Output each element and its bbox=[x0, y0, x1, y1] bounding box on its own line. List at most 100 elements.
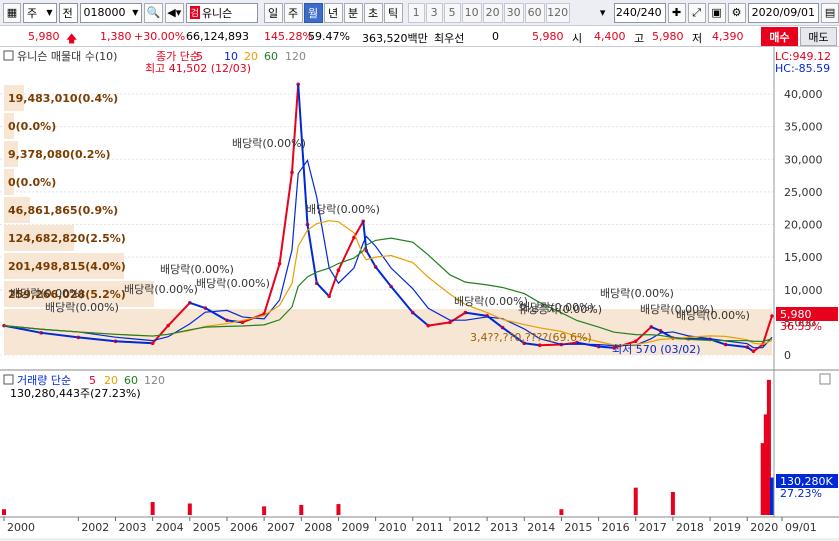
volume-bar bbox=[150, 502, 155, 515]
profile-label: 0(0.0%) bbox=[8, 120, 56, 133]
vma120: 120 bbox=[144, 374, 165, 387]
quote-price: 5,980 bbox=[28, 30, 60, 43]
price-segment bbox=[374, 266, 392, 288]
x-tick-label: 2016 bbox=[602, 521, 630, 534]
calendar-icon[interactable]: ▤ bbox=[821, 2, 839, 23]
dividend-label: 배당락(0.00%) bbox=[676, 309, 750, 322]
x-tick-label: 2000 bbox=[7, 521, 35, 534]
x-tick-label: 2009 bbox=[341, 521, 369, 534]
price-point bbox=[770, 314, 774, 318]
x-tick-label: 09/01 bbox=[785, 521, 817, 534]
hc-value: HC:-85.59 bbox=[775, 62, 830, 75]
dividend-label: 배당락(0.00%) bbox=[10, 287, 84, 300]
search-icon[interactable]: 🔍 bbox=[144, 2, 163, 23]
quote-volume: 66,124,893 bbox=[186, 30, 249, 43]
dividend-label: 배당락(0.00%) bbox=[45, 301, 119, 314]
x-tick-label: 2012 bbox=[453, 521, 481, 534]
chevron-down-icon: ▼ bbox=[132, 8, 139, 17]
price-panel-title: 유니슨 매물대 수(10) bbox=[17, 50, 117, 63]
interval-60[interactable]: 60 bbox=[524, 2, 545, 23]
y-tick-label: 25,000 bbox=[784, 186, 823, 199]
dividend-label: 배당락(0.00%) bbox=[306, 203, 380, 216]
y-tick-label: 10,000 bbox=[784, 284, 823, 297]
period-month[interactable]: 월 bbox=[303, 2, 323, 23]
volume-bar bbox=[670, 492, 675, 515]
price-segment bbox=[337, 237, 355, 271]
price-segment bbox=[189, 301, 206, 309]
x-tick-label: 2017 bbox=[639, 521, 667, 534]
chevron-down-icon[interactable]: ▾ bbox=[594, 3, 612, 23]
buy-button[interactable]: 매수 bbox=[761, 27, 798, 46]
layout-icon[interactable]: ▦ bbox=[3, 2, 21, 23]
x-tick-label: 2018 bbox=[676, 521, 704, 534]
profile-label: 46,861,865(0.9%) bbox=[8, 204, 118, 217]
panel-menu-icon bbox=[3, 50, 14, 61]
volume-bars bbox=[2, 379, 774, 515]
ma120: 120 bbox=[285, 50, 306, 63]
price-segment bbox=[278, 172, 293, 264]
tools-icon[interactable]: ⤢ bbox=[687, 2, 706, 23]
gear-icon[interactable]: ⚙ bbox=[727, 2, 746, 23]
interval-3[interactable]: 3 bbox=[425, 2, 443, 23]
period-tick[interactable]: 틱 bbox=[383, 2, 403, 23]
volume-bar bbox=[187, 503, 192, 515]
price-segment bbox=[328, 269, 340, 297]
interval-20[interactable]: 20 bbox=[482, 2, 503, 23]
x-tick-label: 2004 bbox=[156, 521, 184, 534]
volume-bar bbox=[2, 509, 6, 515]
quote-amount: 363,520백만 bbox=[362, 32, 428, 45]
quote-best-label: 최우선 bbox=[434, 32, 465, 45]
period-tabs: 일 주 월 년 분 초 틱 bbox=[263, 2, 403, 23]
profile-label: 0(0.0%) bbox=[8, 176, 56, 189]
interval-1[interactable]: 1 bbox=[407, 2, 425, 23]
interval-10[interactable]: 10 bbox=[461, 2, 482, 23]
x-tick-label: 2007 bbox=[267, 521, 295, 534]
chevron-down-icon: ▼ bbox=[46, 8, 53, 17]
speaker-icon[interactable]: ◀▾ bbox=[164, 2, 184, 23]
x-tick-label: 2010 bbox=[379, 521, 407, 534]
market-select[interactable]: 주 ▼ bbox=[23, 2, 57, 23]
save-icon[interactable]: ▣ bbox=[707, 2, 726, 23]
interval-5[interactable]: 5 bbox=[443, 2, 461, 23]
stock-name-field[interactable]: 검 유니슨 bbox=[185, 2, 258, 23]
x-tick-label: 2005 bbox=[193, 521, 221, 534]
vma20: 20 bbox=[104, 374, 118, 387]
chart-area[interactable]: 0 5,000 10,000 15,000 20,000 25,000 30,000 35,0… bbox=[0, 47, 839, 538]
profile-label: 124,682,820(2.5%) bbox=[8, 232, 126, 245]
code-input[interactable]: 018000 ▼ bbox=[79, 2, 143, 23]
period-day[interactable]: 일 bbox=[263, 2, 283, 23]
period-minute[interactable]: 분 bbox=[343, 2, 363, 23]
quote-open: 4,400 bbox=[594, 30, 626, 43]
volume-bar bbox=[559, 509, 564, 515]
quote-vol-ratio: 145.28% bbox=[264, 30, 313, 43]
quote-change: 1,380 bbox=[100, 30, 132, 43]
period-second[interactable]: 초 bbox=[363, 2, 383, 23]
toolbar: ▦ 주 ▼ 전 018000 ▼ 🔍 ◀▾ 검 유니슨 일 주 월 년 분 초 틱 1… bbox=[0, 0, 839, 26]
x-tick-label: 2006 bbox=[230, 521, 258, 534]
stock-chart[interactable]: 05,00010,00015,00020,00025,00030,00035,0… bbox=[0, 47, 839, 538]
period-year[interactable]: 년 bbox=[323, 2, 343, 23]
date-field[interactable]: 2020/09/01 bbox=[747, 2, 820, 23]
prev-button[interactable]: 전 bbox=[58, 2, 78, 23]
sell-button[interactable]: 매도 bbox=[800, 27, 837, 46]
x-tick-label: 2002 bbox=[81, 521, 109, 534]
vma5: 5 bbox=[89, 374, 96, 387]
profile-label: 201,498,815(4.0%) bbox=[8, 260, 126, 273]
interval-30[interactable]: 30 bbox=[503, 2, 524, 23]
panel-menu-icon bbox=[3, 374, 14, 385]
x-tick-label: 2015 bbox=[564, 521, 592, 534]
period-week[interactable]: 주 bbox=[283, 2, 303, 23]
stock-name: 유니슨 bbox=[201, 6, 233, 20]
code-value: 018000 bbox=[83, 6, 126, 19]
crosshair-icon[interactable]: ✚ bbox=[667, 2, 686, 23]
volume-value: 130,280,443주(27.23%) bbox=[10, 387, 141, 400]
dividend-label: 배당락(0.00%) bbox=[454, 295, 528, 308]
count-field[interactable]: 240/240 bbox=[613, 2, 666, 23]
interval-120[interactable]: 120 bbox=[545, 2, 570, 23]
x-tick-label: 2003 bbox=[118, 521, 146, 534]
x-tick-label: 2008 bbox=[304, 521, 332, 534]
profile-label: 19,483,010(0.4%) bbox=[8, 92, 118, 105]
volume-bar bbox=[299, 504, 304, 515]
profile-bottom: 3,4??,??0,????(69.6%) bbox=[470, 331, 592, 344]
dividend-label: 배당락(0.00%) bbox=[124, 283, 198, 296]
